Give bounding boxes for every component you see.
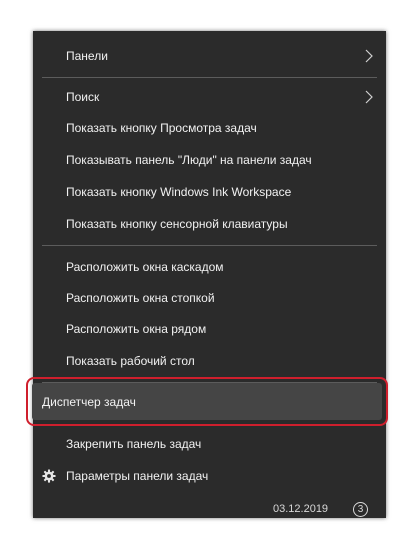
menu-item-panels[interactable]: Панели — [33, 41, 386, 71]
menu-item-taskbar-settings[interactable]: Параметры панели задач — [33, 461, 386, 491]
taskbar-strip: 03.12.2019 3 — [33, 501, 386, 518]
menu-separator — [42, 245, 377, 246]
menu-item-show-desktop[interactable]: Показать рабочий стол — [33, 346, 386, 376]
menu-item-label: Показать кнопку сенсорной клавиатуры — [66, 217, 288, 231]
menu-item-label: Закрепить панель задач — [66, 437, 202, 451]
menu-item-side-by-side-windows[interactable]: Расположить окна рядом — [33, 314, 386, 344]
menu-item-label: Показывать панель "Люди" на панели задач — [66, 153, 312, 167]
menu-item-show-touch-keyboard-button[interactable]: Показать кнопку сенсорной клавиатуры — [33, 209, 386, 239]
notification-count-badge[interactable]: 3 — [353, 502, 368, 517]
chevron-right-icon — [365, 90, 373, 104]
menu-item-label: Диспетчер задач — [42, 394, 136, 409]
highlight-annotation: Диспетчер задач — [26, 377, 388, 426]
menu-item-stack-windows[interactable]: Расположить окна стопкой — [33, 283, 386, 313]
taskbar-date[interactable]: 03.12.2019 — [273, 503, 328, 515]
menu-item-label: Расположить окна стопкой — [66, 291, 215, 305]
chevron-right-icon — [365, 49, 373, 63]
gear-icon — [42, 469, 56, 483]
menu-item-label: Поиск — [66, 90, 100, 104]
menu-item-label: Показать кнопку Просмотра задач — [66, 121, 257, 135]
menu-item-label: Расположить окна рядом — [66, 322, 207, 336]
menu-item-cascade-windows[interactable]: Расположить окна каскадом — [33, 252, 386, 282]
menu-item-task-manager[interactable]: Диспетчер задач — [32, 383, 382, 420]
menu-item-show-windows-ink-button[interactable]: Показать кнопку Windows Ink Workspace — [33, 177, 386, 207]
menu-item-label: Показать кнопку Windows Ink Workspace — [66, 185, 292, 199]
menu-separator — [42, 77, 377, 78]
menu-item-label: Расположить окна каскадом — [66, 260, 224, 274]
menu-item-search[interactable]: Поиск — [33, 82, 386, 112]
menu-item-lock-taskbar[interactable]: Закрепить панель задач — [33, 429, 386, 459]
menu-item-label: Панели — [66, 49, 108, 63]
menu-item-label: Показать рабочий стол — [66, 354, 195, 368]
menu-item-show-people-panel[interactable]: Показывать панель "Люди" на панели задач — [33, 145, 386, 175]
taskbar-context-menu: Панели Поиск Показать кнопку Просмотра з… — [33, 31, 386, 518]
menu-item-show-task-view-button[interactable]: Показать кнопку Просмотра задач — [33, 113, 386, 143]
menu-item-label: Параметры панели задач — [66, 469, 209, 483]
